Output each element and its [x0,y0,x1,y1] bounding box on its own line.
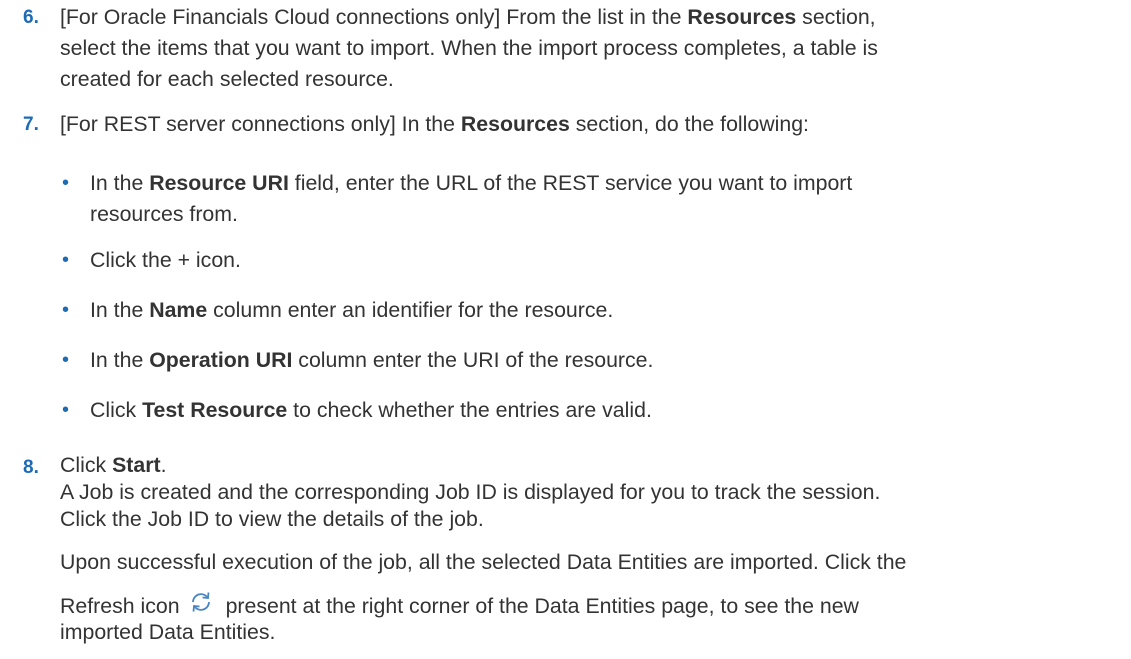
step-number: 7. [23,114,39,135]
bold-term: Test Resource [142,398,288,422]
step-body: [For REST server connections only] In th… [60,109,1120,140]
step-8-line-3: Click the Job ID to view the details of … [60,507,484,531]
bold-term: Resource URI [149,171,289,195]
bold-term: Start [112,453,161,477]
step-6-line-1: [For Oracle Financials Cloud connections… [60,5,876,29]
bullet-icon: • [62,249,70,271]
step-6-line-3: created for each selected resource. [60,67,394,91]
bold-term: Resources [460,112,570,136]
step-body: [For Oracle Financials Cloud connections… [60,2,1120,95]
bold-term: Operation URI [149,348,293,372]
step-number: 8. [23,457,39,478]
refresh-icon [188,589,214,615]
bold-term: Name [149,298,208,322]
bullet-icon: • [62,399,70,421]
bullet-icon: • [62,349,70,371]
bold-term: Resources [687,5,797,29]
bullet-icon: • [62,172,70,194]
step-8-para-2-line-1: Upon successful execution of the job, al… [60,550,907,574]
step-8-para-2-line-2: Refresh icon present at the right corner … [60,589,1120,619]
step-body: Click Start. A Job is created and the co… [60,452,1120,645]
step-8-line-2: A Job is created and the corresponding J… [60,480,881,504]
step-8-line-1: Click Start. [60,453,167,477]
bullet-icon: • [62,299,70,321]
step-8-para-2-line-3: imported Data Entities. [60,620,276,644]
step-6-line-2: select the items that you want to import… [60,36,878,60]
step-number: 6. [23,7,39,28]
step-7-line-1: [For REST server connections only] In th… [60,112,809,136]
